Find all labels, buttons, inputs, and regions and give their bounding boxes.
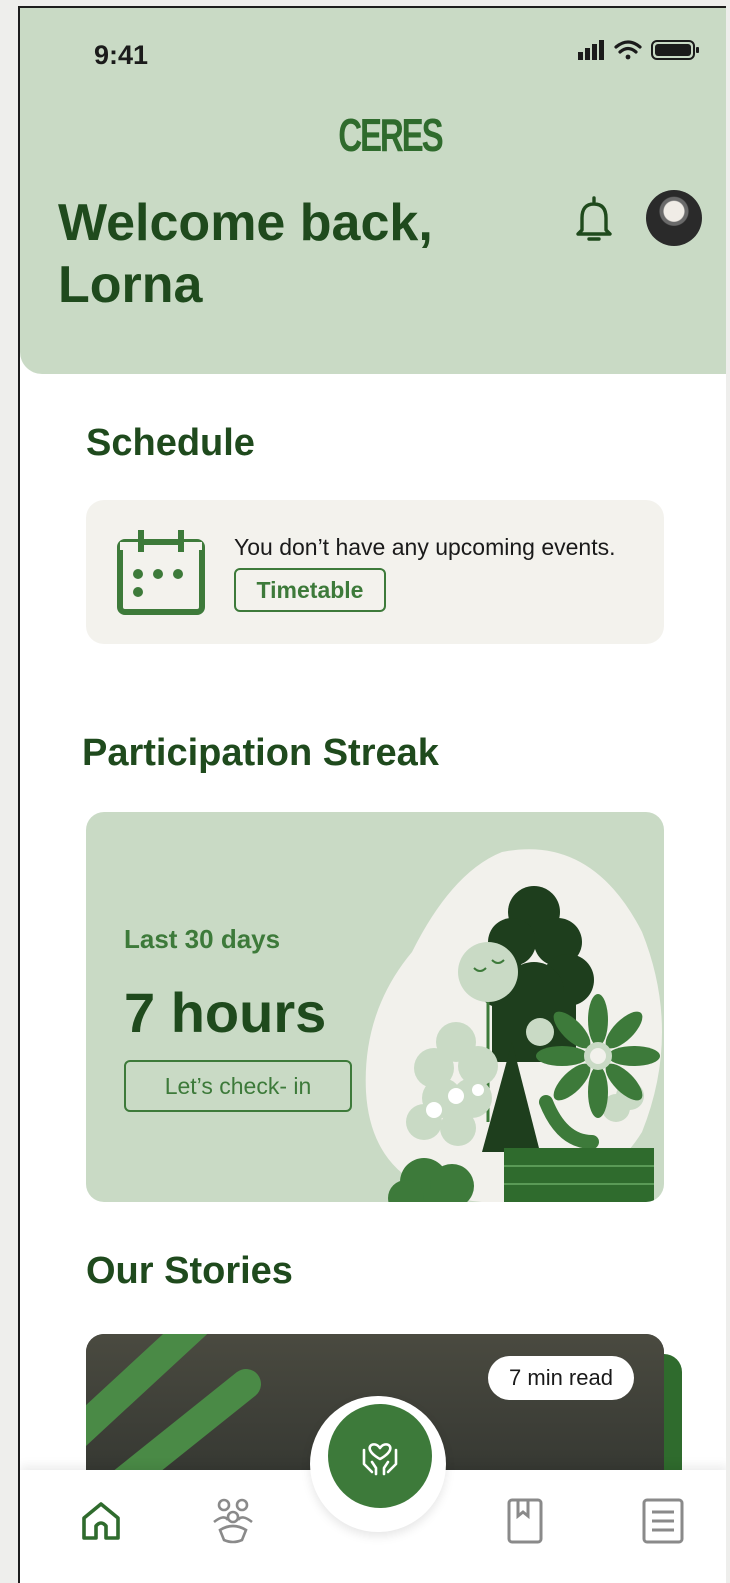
streak-period-label: Last 30 days [124, 924, 281, 954]
bell-icon[interactable] [572, 194, 616, 244]
avatar[interactable] [646, 190, 702, 246]
calendar-icon [117, 530, 205, 615]
garden-illustration [365, 849, 662, 1202]
stories-title: Our Stories [86, 1250, 293, 1292]
check-in-button[interactable]: Let’s check- in [124, 1060, 352, 1112]
community-icon[interactable] [208, 1496, 258, 1546]
phone-screen: 9:41 CERES Welcome back, Lorna Schedule … [18, 6, 726, 1583]
schedule-card: You don’t have any upcoming events. Time… [86, 500, 664, 644]
header: 9:41 CERES Welcome back, Lorna [20, 8, 726, 374]
status-icons [578, 40, 699, 60]
streak-title: Participation Streak [82, 732, 439, 774]
care-button[interactable] [328, 1404, 432, 1508]
document-icon[interactable] [638, 1496, 688, 1546]
status-time: 9:41 [94, 40, 149, 70]
streak-card: Last 30 days 7 hours Let’s check- in [86, 812, 664, 1202]
read-time-badge: 7 min read [488, 1356, 634, 1400]
no-events-text: You don’t have any upcoming events. [234, 534, 616, 560]
ceres-logo: CERES [338, 109, 443, 161]
welcome-line-1: Welcome back, [58, 194, 433, 252]
timetable-button[interactable]: Timetable [234, 568, 386, 612]
schedule-title: Schedule [86, 422, 255, 464]
signal-icon [578, 40, 604, 60]
bookmark-icon[interactable] [500, 1496, 550, 1546]
welcome-heading: Welcome back, Lorna [58, 192, 538, 316]
welcome-line-2: Lorna [58, 256, 203, 314]
home-icon[interactable] [76, 1496, 126, 1546]
battery-icon [651, 40, 699, 60]
streak-value: 7 hours [124, 981, 327, 1044]
care-hands-icon [362, 1443, 398, 1476]
wifi-icon [614, 40, 642, 60]
